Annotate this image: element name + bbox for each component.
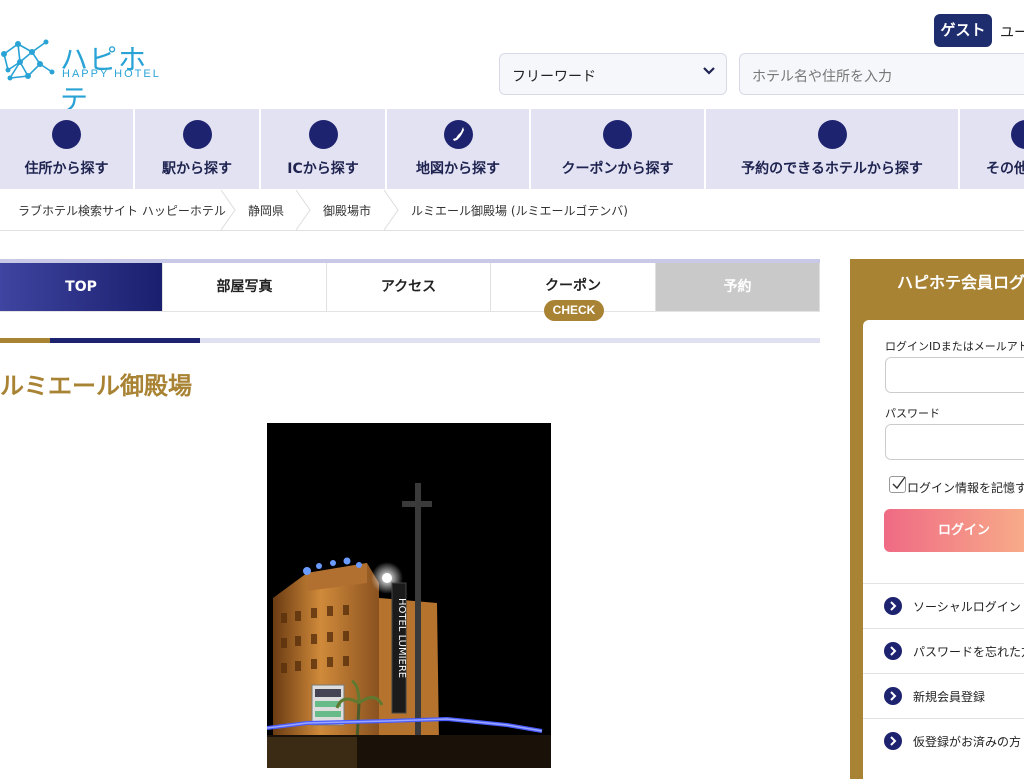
social-login-link[interactable]: ソーシャルログイン	[863, 583, 1024, 628]
chevron-right-icon	[884, 732, 902, 750]
nav-item-other[interactable]: その他	[960, 109, 1024, 189]
calendar-icon	[818, 120, 847, 149]
link-label: 新規会員登録	[913, 688, 985, 705]
guest-badge[interactable]: ゲスト	[934, 14, 992, 47]
nav-label: ICから探す	[261, 158, 385, 178]
hotel-night-image: HOTEL LUMIERE	[267, 423, 551, 768]
breadcrumb-city[interactable]: 御殿場市	[323, 202, 371, 219]
breadcrumb-current: ルミエール御殿場 (ルミエールゴテンバ)	[411, 202, 628, 219]
address-icon	[52, 120, 81, 149]
search-input[interactable]: ホテル名や住所を入力	[739, 53, 1024, 95]
chevron-right-icon	[884, 642, 902, 660]
nav-label: その他	[986, 158, 1024, 178]
indicator-navy-segment	[50, 338, 200, 343]
link-label: ソーシャルログイン	[913, 598, 1021, 615]
breadcrumb: ラブホテル検索サイト ハッピーホテル 静岡県 御殿場市 ルミエール御殿場 (ルミ…	[0, 190, 1024, 231]
nav-item-reservable[interactable]: 予約のできるホテルから探す	[706, 109, 960, 189]
provisional-registration-link[interactable]: 仮登録がお済みの方	[863, 718, 1024, 763]
chevron-down-icon	[702, 64, 716, 78]
nav-label: 予約のできるホテルから探す	[706, 158, 958, 178]
password-field[interactable]	[885, 424, 1024, 460]
train-icon	[183, 120, 212, 149]
nav-label: クーポンから探す	[531, 158, 704, 178]
checkmark-icon	[890, 475, 907, 492]
link-label: パスワードを忘れた方	[913, 643, 1024, 660]
hotel-name: ルミエール御殿場	[0, 366, 192, 401]
site-logo[interactable]: ハピホテ HAPPY HOTEL	[0, 36, 175, 86]
hotel-photo[interactable]: HOTEL LUMIERE	[267, 423, 551, 768]
remember-checkbox[interactable]	[889, 476, 906, 493]
coupon-check-badge[interactable]: CHECK	[544, 300, 604, 321]
login-button[interactable]: ログイン	[884, 509, 1024, 552]
tab-reserve: 予約	[656, 263, 820, 311]
forgot-password-link[interactable]: パスワードを忘れた方	[863, 628, 1024, 673]
breadcrumb-separator-icon	[382, 190, 400, 230]
link-label: 仮登録がお済みの方	[913, 733, 1021, 750]
breadcrumb-home[interactable]: ラブホテル検索サイト ハッピーホテル	[18, 202, 226, 219]
logo-subtext: HAPPY HOTEL	[62, 68, 161, 80]
nav-item-ic[interactable]: ICから探す	[261, 109, 387, 189]
main-nav: 住所から探す 駅から探す ICから探す 地図から探す クーポンから探す 予約ので…	[0, 109, 1024, 189]
more-icon	[1011, 120, 1024, 149]
japan-map-icon	[444, 120, 473, 149]
network-logo-icon	[0, 36, 60, 86]
highway-icon	[309, 120, 338, 149]
user-label[interactable]: ユー	[1000, 22, 1024, 42]
tab-room-photos[interactable]: 部屋写真	[163, 263, 327, 311]
search-placeholder: ホテル名や住所を入力	[752, 66, 892, 86]
password-label: パスワード	[885, 405, 940, 421]
chevron-right-icon	[884, 687, 902, 705]
login-panel-title: ハピホテ会員ログ	[850, 259, 1024, 307]
search-type-value: フリーワード	[512, 66, 596, 86]
breadcrumb-separator-icon	[294, 190, 312, 230]
section-indicator	[0, 338, 820, 343]
breadcrumb-separator-icon	[219, 190, 237, 230]
indicator-gold-segment	[0, 338, 50, 343]
nav-label: 住所から探す	[0, 158, 133, 178]
nav-item-address[interactable]: 住所から探す	[0, 109, 135, 189]
breadcrumb-prefecture[interactable]: 静岡県	[248, 202, 284, 219]
login-id-label: ログインIDまたはメールアドレ	[885, 338, 1024, 354]
tabs-bottom-border	[0, 311, 820, 312]
register-link[interactable]: 新規会員登録	[863, 673, 1024, 718]
coupon-icon	[603, 120, 632, 149]
login-id-field[interactable]	[885, 357, 1024, 393]
nav-label: 駅から探す	[135, 158, 259, 178]
remember-label[interactable]: ログイン情報を記憶す	[907, 479, 1024, 496]
chevron-right-icon	[884, 597, 902, 615]
nav-label: 地図から探す	[387, 158, 529, 178]
hotel-sign-text: HOTEL LUMIERE	[396, 598, 407, 678]
tab-access[interactable]: アクセス	[327, 263, 491, 311]
search-type-select[interactable]: フリーワード	[499, 53, 727, 95]
nav-item-station[interactable]: 駅から探す	[135, 109, 261, 189]
nav-item-coupon[interactable]: クーポンから探す	[531, 109, 706, 189]
nav-item-map[interactable]: 地図から探す	[387, 109, 531, 189]
tab-top[interactable]: TOP	[0, 263, 163, 311]
